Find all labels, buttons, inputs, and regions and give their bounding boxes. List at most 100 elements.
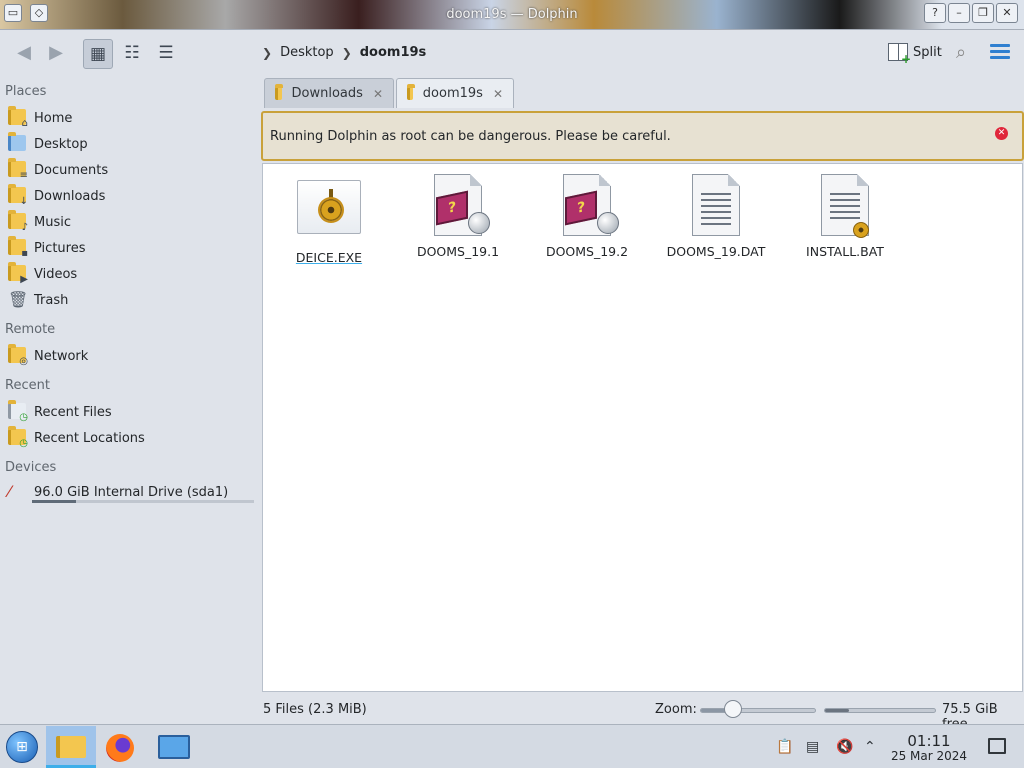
status-summary: 5 Files (2.3 MiB) — [263, 702, 367, 717]
window-titlebar[interactable]: ▭ ◇ doom19s — Dolphin ? – ❐ ✕ — [0, 0, 1024, 30]
file-name: INSTALL.BAT — [806, 244, 884, 259]
breadcrumb-desktop[interactable]: Desktop — [280, 45, 334, 60]
chevron-right-icon: ❯ — [341, 45, 352, 60]
sidebar-item-home[interactable]: ⌂ Home — [8, 106, 73, 129]
drive-usage-bar — [32, 500, 254, 503]
file-name: DOOMS_19.1 — [416, 244, 500, 259]
file-item[interactable]: DOOMS_19.DAT — [656, 174, 776, 259]
compact-view-icon: ☷ — [124, 43, 140, 63]
sidebar-item-label: Home — [34, 110, 73, 126]
tab-label: doom19s — [422, 86, 483, 101]
zoom-slider-handle[interactable] — [724, 700, 742, 718]
recent-locations-icon: ◷ — [8, 426, 28, 449]
sidebar-item-label: 96.0 GiB Internal Drive (sda1) — [34, 484, 229, 500]
breadcrumb-current[interactable]: doom19s — [360, 45, 427, 60]
sidebar-item-label: Trash — [34, 292, 69, 308]
task-system-settings[interactable] — [148, 726, 198, 768]
close-tab-icon[interactable]: ✕ — [373, 87, 383, 101]
window-title: doom19s — Dolphin — [446, 7, 578, 22]
recent-section-title: Recent — [5, 378, 50, 393]
videos-folder-icon: ▶ — [8, 262, 28, 285]
file-view[interactable]: DEICE.EXE ? DOOMS_19.1 ? DOOMS_19.2 DOOM… — [262, 163, 1023, 692]
storage-icon[interactable]: ▤ — [806, 739, 819, 755]
music-folder-icon: ♪ — [8, 210, 28, 233]
file-name: DEICE.EXE — [295, 250, 363, 265]
home-folder-icon: ⌂ — [8, 106, 28, 129]
help-book-icon: ? — [555, 174, 619, 238]
breadcrumb: ❯ Desktop ❯ doom19s — [262, 45, 426, 60]
close-tab-icon[interactable]: ✕ — [493, 87, 503, 101]
sidebar-item-downloads[interactable]: ↓ Downloads — [8, 184, 106, 207]
devices-section-title: Devices — [5, 460, 57, 475]
start-menu-icon: ⊞ — [16, 739, 28, 755]
sidebar-item-label: Pictures — [34, 240, 86, 256]
sidebar-item-recent-locations[interactable]: ◷ Recent Locations — [8, 426, 145, 449]
back-button[interactable]: ◀ — [12, 42, 36, 64]
main-toolbar: ◀ ▶ ▦ ☷ ☰ ❯ Desktop ❯ doom19s + Split ⌕ — [0, 30, 1024, 76]
minimize-button[interactable]: – — [948, 3, 970, 23]
icons-view-icon: ▦ — [89, 44, 107, 64]
tab-label: Downloads — [291, 86, 363, 101]
file-item[interactable]: ? DOOMS_19.1 — [398, 174, 518, 259]
hard-drive-icon: ⁄ — [8, 482, 11, 501]
sidebar-item-desktop[interactable]: Desktop — [8, 132, 88, 155]
task-dolphin[interactable] — [46, 726, 96, 768]
arrow-right-icon: ▶ — [49, 42, 63, 63]
sidebar-item-label: Desktop — [34, 136, 88, 152]
close-window-button[interactable]: ✕ — [996, 3, 1018, 23]
folder-icon — [275, 84, 283, 100]
sidebar-item-pictures[interactable]: ▪ Pictures — [8, 236, 86, 259]
sidebar-item-trash[interactable]: 🗑 Trash — [8, 289, 68, 311]
file-item[interactable]: ? DOOMS_19.2 — [527, 174, 647, 259]
split-button[interactable]: + Split — [888, 43, 942, 65]
root-warning-banner: Running Dolphin as root can be dangerous… — [261, 111, 1024, 161]
help-book-icon: ? — [426, 174, 490, 238]
show-desktop-icon[interactable] — [988, 738, 1006, 754]
file-name: DOOMS_19.DAT — [666, 244, 766, 259]
places-section-title: Places — [5, 84, 47, 99]
maximize-button[interactable]: ❐ — [972, 3, 994, 23]
file-manager-icon — [56, 736, 86, 758]
clock-time[interactable]: 01:11 — [890, 732, 968, 750]
clock-date[interactable]: 25 Mar 2024 — [884, 749, 974, 763]
hamburger-menu-button[interactable] — [990, 44, 1010, 62]
free-space-bar — [824, 708, 936, 713]
documents-folder-icon: ≡ — [8, 158, 28, 181]
file-name: DOOMS_19.2 — [545, 244, 629, 259]
script-document-icon — [813, 174, 877, 238]
task-firefox[interactable] — [96, 726, 146, 768]
taskbar: ⊞ 📋 ▤ 🔇 ⌃ 01:11 25 Mar 2024 — [0, 724, 1024, 768]
tab-bar: Downloads ✕ doom19s ✕ — [262, 76, 1024, 108]
pictures-folder-icon: ▪ — [8, 236, 28, 259]
sidebar-item-recent-files[interactable]: ◷ Recent Files — [8, 400, 112, 423]
sidebar-item-network[interactable]: ◎ Network — [8, 344, 88, 367]
arrow-left-icon: ◀ — [17, 42, 31, 63]
sidebar-item-music[interactable]: ♪ Music — [8, 210, 71, 233]
executable-icon — [297, 180, 361, 234]
file-item[interactable]: DEICE.EXE — [269, 174, 389, 265]
help-button[interactable]: ? — [924, 3, 946, 23]
tray-expand-icon[interactable]: ⌃ — [864, 739, 876, 755]
system-settings-icon — [158, 735, 190, 759]
compact-view-button[interactable]: ☷ — [117, 39, 147, 69]
tab-downloads[interactable]: Downloads ✕ — [264, 78, 394, 108]
warning-message: Running Dolphin as root can be dangerous… — [270, 128, 671, 144]
forward-button[interactable]: ▶ — [44, 42, 68, 64]
details-view-button[interactable]: ☰ — [151, 39, 181, 69]
zoom-slider[interactable] — [700, 708, 816, 713]
downloads-folder-icon: ↓ — [8, 184, 28, 207]
clipboard-icon[interactable]: 📋 — [776, 739, 793, 755]
sidebar-item-videos[interactable]: ▶ Videos — [8, 262, 77, 285]
sidebar-item-documents[interactable]: ≡ Documents — [8, 158, 108, 181]
icons-view-button[interactable]: ▦ — [83, 39, 113, 69]
volume-muted-icon[interactable]: 🔇 — [836, 739, 853, 755]
sidebar-item-label: Downloads — [34, 188, 106, 204]
close-warning-icon[interactable]: ✕ — [995, 127, 1008, 140]
zoom-label: Zoom: — [655, 702, 697, 717]
network-folder-icon: ◎ — [8, 344, 28, 367]
tab-doom19s[interactable]: doom19s ✕ — [396, 78, 514, 108]
search-button[interactable]: ⌕ — [956, 42, 966, 63]
sidebar-item-label: Recent Files — [34, 404, 112, 420]
application-launcher-button[interactable]: ⊞ — [6, 731, 38, 763]
file-item[interactable]: INSTALL.BAT — [785, 174, 905, 259]
